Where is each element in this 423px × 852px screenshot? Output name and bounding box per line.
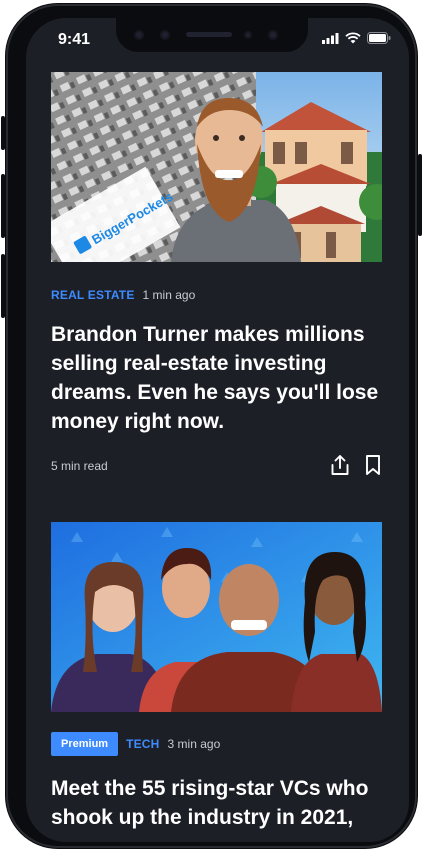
wifi-icon xyxy=(345,32,361,44)
phone-screen: 9:41 BiggerPockets REAL ESTATE 1 min ago… xyxy=(26,18,409,842)
article-meta: Premium TECH 3 min ago xyxy=(51,732,220,756)
article-image[interactable] xyxy=(51,522,382,712)
sensor-dot xyxy=(268,30,278,40)
premium-badge: Premium xyxy=(51,732,119,756)
article-headline[interactable]: Brandon Turner makes millions selling re… xyxy=(51,320,381,436)
category-label[interactable]: TECH xyxy=(126,737,159,751)
category-label[interactable]: REAL ESTATE xyxy=(51,288,135,302)
bookmark-icon[interactable] xyxy=(365,454,381,476)
volume-up-button xyxy=(1,174,5,238)
share-icon[interactable] xyxy=(331,454,349,476)
sensor-dot xyxy=(160,30,170,40)
read-time: 5 min read xyxy=(51,459,108,473)
sensor-dot xyxy=(134,30,144,40)
notch xyxy=(116,18,308,52)
status-time: 9:41 xyxy=(58,31,91,48)
article-image[interactable]: BiggerPockets xyxy=(51,72,382,262)
phone-frame: 9:41 BiggerPockets REAL ESTATE 1 min ago… xyxy=(1,4,422,848)
signal-icon xyxy=(322,32,339,44)
power-button xyxy=(418,154,422,236)
timestamp: 1 min ago xyxy=(142,288,196,302)
camera-dot xyxy=(244,31,252,39)
article-actions xyxy=(331,454,381,476)
earpiece-speaker xyxy=(186,32,232,37)
status-icons xyxy=(322,32,391,44)
article-headline[interactable]: Meet the 55 rising-star VCs who shook up… xyxy=(51,774,381,832)
volume-down-button xyxy=(1,254,5,318)
mute-switch xyxy=(1,116,5,150)
timestamp: 3 min ago xyxy=(167,737,221,751)
battery-icon xyxy=(367,32,391,44)
article-meta: REAL ESTATE 1 min ago xyxy=(51,288,195,302)
